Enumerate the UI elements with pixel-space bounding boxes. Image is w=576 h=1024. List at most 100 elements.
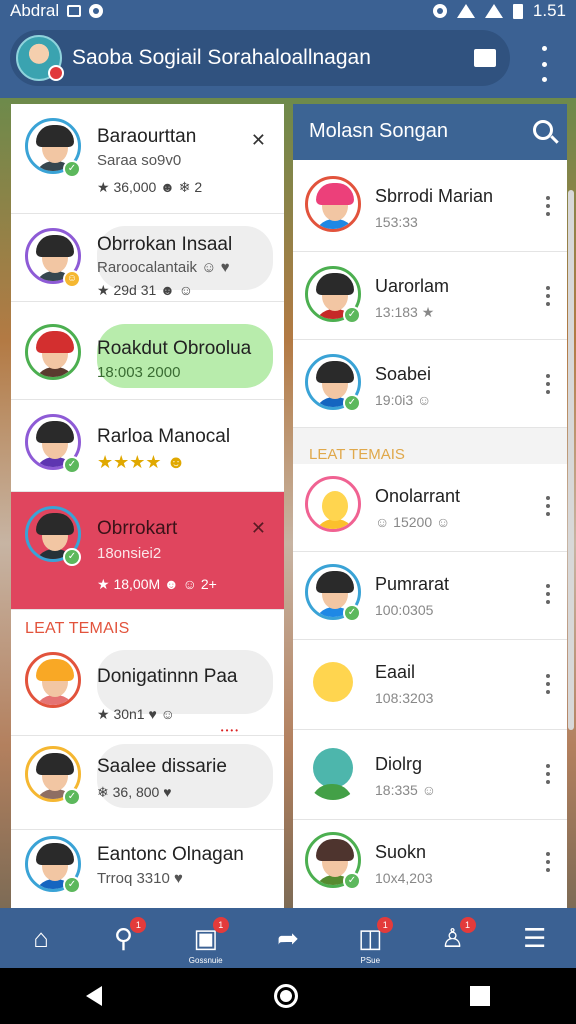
verified-icon: ✓ xyxy=(63,788,81,806)
more-options-icon[interactable] xyxy=(545,764,551,784)
more-options-icon[interactable] xyxy=(545,496,551,516)
back-icon[interactable] xyxy=(86,986,102,1006)
contact-meta: ❄ 36, 800 ♥ xyxy=(97,784,172,800)
nav-menu[interactable]: ☰ xyxy=(512,915,558,961)
list-item[interactable]: ✓ Soabei 19:0i3 ☺ xyxy=(293,340,567,428)
contact-name: Saalee dissarie xyxy=(97,756,227,777)
right-panel-title: Molasn Songan xyxy=(309,120,448,142)
list-item[interactable]: ✓ Rarloa Manocal ★★★★ ☻ xyxy=(11,400,284,492)
more-options-icon[interactable] xyxy=(545,584,551,604)
contact-status: Raroocalantaik ☺ ♥ xyxy=(97,259,230,276)
list-item[interactable]: ✓ Suokn 10x4,203 xyxy=(293,820,567,908)
emoji-icon: ☺ xyxy=(63,270,81,288)
list-item[interactable]: ☺ Obrrokan Insaal Raroocalantaik ☺ ♥ ★ 2… xyxy=(11,214,284,302)
close-icon[interactable]: ✕ xyxy=(251,518,266,539)
contact-time: ☺ 15200 ☺ xyxy=(375,514,451,530)
avatar xyxy=(25,324,81,380)
rating-stars: ★★★★ ☻ xyxy=(97,452,186,472)
sync-icon xyxy=(89,4,104,18)
search-icon[interactable] xyxy=(533,120,553,140)
recent-apps-icon[interactable] xyxy=(470,986,490,1006)
section-header: LEAT TEMAIS xyxy=(309,446,405,463)
nav-bookmark[interactable]: ◫ 1 PSue xyxy=(347,915,394,965)
contact-name: Suokn xyxy=(375,842,427,862)
list-item[interactable]: Donigatinnn Paa ★ 30n1 ♥ ☺ •••• xyxy=(11,640,284,736)
contact-name: Baraourttan xyxy=(97,126,197,147)
contact-name: Onolarrant xyxy=(375,486,461,506)
contact-status: Trroq 3310 ♥ xyxy=(97,870,183,887)
contact-name: Soabei xyxy=(375,364,432,384)
list-item[interactable]: ✓ Pumrarat 100:0305 xyxy=(293,552,567,640)
left-chat-list: ✓ Baraourttan Saraa so9v0 ★ 36,000 ☻ ❄ 2… xyxy=(11,104,284,908)
notification-badge: 1 xyxy=(212,917,229,933)
nav-gallery[interactable]: ▣ 1 Gossnuie xyxy=(183,915,229,965)
list-item[interactable]: Sbrrodi Marian 153:33 xyxy=(293,164,567,252)
notification-badge: 1 xyxy=(459,917,476,933)
more-options-icon[interactable] xyxy=(545,196,551,216)
clock: 1.51 xyxy=(532,1,566,20)
verified-icon: ✓ xyxy=(343,604,361,622)
list-item-active[interactable]: ✓ Obrrokart 18onsiei2 ★ 18,00M ☻ ☺ 2+ ✕ xyxy=(11,492,284,610)
map-icon[interactable] xyxy=(474,49,496,67)
section-header: LEAT TEMAIS xyxy=(25,620,130,637)
more-options-icon[interactable] xyxy=(545,852,551,872)
nav-search[interactable]: ⚲ 1 xyxy=(100,915,147,961)
app-bar: Saoba Sogiail Sorahaloallnagan xyxy=(0,22,576,98)
list-item[interactable]: Diolrg 18:335 ☺ xyxy=(293,730,567,820)
contact-meta: ★ 30n1 ♥ ☺ xyxy=(97,706,175,722)
avatar xyxy=(305,744,361,800)
nav-share[interactable]: ➦ xyxy=(265,915,311,961)
nav-label: PSue xyxy=(360,956,381,965)
nav-profile[interactable]: ♙ 1 xyxy=(430,915,476,961)
more-options-icon[interactable] xyxy=(545,374,551,394)
list-item[interactable]: Eaail 108:3203 xyxy=(293,640,567,730)
signal-icon xyxy=(484,4,503,18)
list-item[interactable]: ✓ Eantonc Olnagan Trroq 3310 ♥ xyxy=(11,830,284,908)
menu-icon: ☰ xyxy=(523,922,547,953)
more-options-icon[interactable] xyxy=(545,286,551,306)
verified-icon: ✓ xyxy=(343,306,361,324)
nav-home[interactable]: ⌂ xyxy=(18,915,64,961)
avatar xyxy=(305,176,361,232)
contact-time: 108:3203 xyxy=(375,690,434,706)
verified-icon: ✓ xyxy=(63,160,81,178)
contact-time: 100:0305 xyxy=(375,602,434,618)
list-item[interactable]: ✓ Uarorlam 13:183 ★ xyxy=(293,252,567,340)
close-icon[interactable]: ✕ xyxy=(251,130,266,151)
list-item[interactable]: Roakdut Obroolua 18:003 2000 xyxy=(11,302,284,400)
battery-icon xyxy=(512,3,523,19)
contact-time: 18:335 ☺ xyxy=(375,782,437,798)
system-navigation xyxy=(0,968,576,1024)
list-item[interactable]: ✓ Saalee dissarie ❄ 36, 800 ♥ xyxy=(11,736,284,830)
notification-badge: 1 xyxy=(377,917,394,933)
list-item[interactable]: ✓ Baraourttan Saraa so9v0 ★ 36,000 ☻ ❄ 2… xyxy=(11,104,284,214)
avatar xyxy=(305,654,361,710)
contact-name: Rarloa Manocal xyxy=(97,426,231,447)
avatar xyxy=(305,476,361,532)
contact-time: 153:33 xyxy=(375,214,418,230)
notification-badge: 1 xyxy=(130,917,147,933)
location-icon xyxy=(432,4,447,18)
right-panel-header: Molasn Songan xyxy=(293,104,567,160)
app-bar-pill: Saoba Sogiail Sorahaloallnagan xyxy=(10,30,510,86)
contact-name: Uarorlam xyxy=(375,276,450,296)
contact-name: Obrrokan Insaal xyxy=(97,234,233,255)
list-item[interactable]: Onolarrant ☺ 15200 ☺ xyxy=(293,464,567,552)
contact-name: Pumrarat xyxy=(375,574,450,594)
contact-name: Eaail xyxy=(375,662,416,682)
contact-name: Donigatinnn Paa xyxy=(97,666,238,687)
more-options-icon[interactable] xyxy=(545,674,551,694)
scrollbar[interactable] xyxy=(568,190,574,730)
contact-meta: ★ 36,000 ☻ ❄ 2 xyxy=(97,179,203,195)
home-button-icon[interactable] xyxy=(274,984,298,1008)
overflow-menu-icon[interactable] xyxy=(534,46,554,82)
user-avatar[interactable] xyxy=(16,35,64,81)
right-chat-list: Molasn Songan Sbrrodi Marian 153:33 ✓ Ua… xyxy=(293,104,567,908)
verified-icon: ✓ xyxy=(63,876,81,894)
contact-status: 18:003 2000 xyxy=(97,364,181,381)
verified-icon: ✓ xyxy=(343,394,361,412)
verified-icon: ✓ xyxy=(343,872,361,890)
contact-meta: ★ 18,00M ☻ ☺ 2+ xyxy=(97,576,217,592)
contact-name: Sbrrodi Marian xyxy=(375,186,494,206)
verified-icon: ✓ xyxy=(63,456,81,474)
